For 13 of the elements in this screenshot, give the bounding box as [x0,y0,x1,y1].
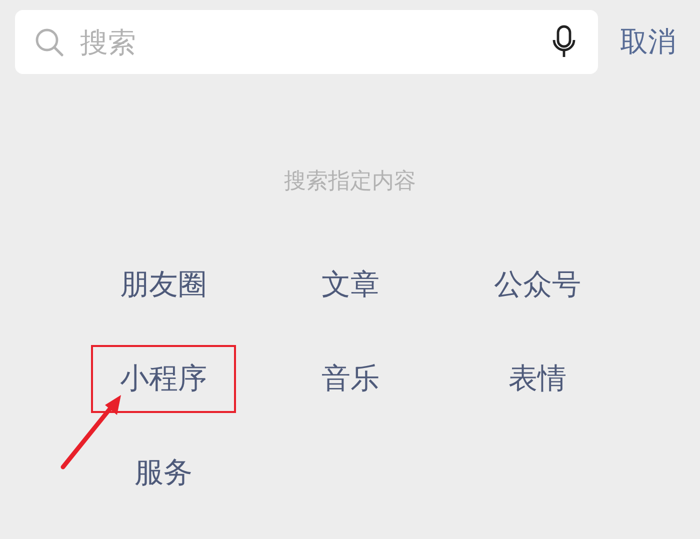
search-input[interactable]: 搜索 [80,22,552,62]
category-link[interactable]: 朋友圈 [91,251,236,319]
category-link[interactable]: 公众号 [465,251,610,319]
category-link[interactable]: 文章 [292,251,408,319]
category-link[interactable]: 音乐 [292,345,408,413]
category-link[interactable]: 服务 [106,439,222,507]
section-title: 搜索指定内容 [283,168,417,196]
microphone-icon[interactable] [552,25,576,59]
search-field[interactable]: 搜索 [15,10,598,74]
cancel-button[interactable]: 取消 [620,23,676,61]
search-icon [34,27,64,57]
category-link[interactable]: 小程序 [91,345,236,413]
category-link[interactable]: 表情 [480,345,596,413]
